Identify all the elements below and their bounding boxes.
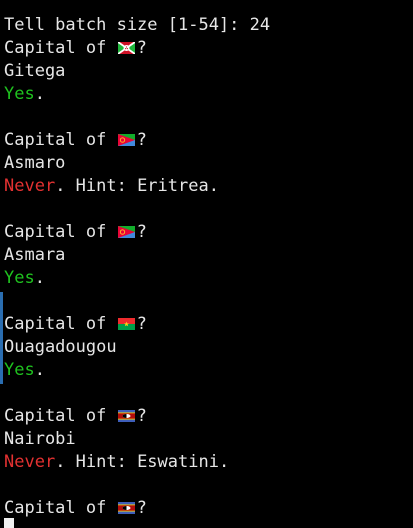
user-answer: Nairobi — [4, 429, 76, 449]
question-prefix: Capital of — [4, 38, 117, 58]
question-suffix: ? — [136, 130, 147, 150]
question-line: Capital of ? — [4, 37, 413, 60]
question-prefix: Capital of — [4, 314, 117, 334]
verdict-hint: . Hint: Eritrea. — [55, 176, 219, 196]
verdict-correct: Yes — [4, 268, 35, 288]
verdict-line: Never. Hint: Eritrea. — [4, 175, 413, 198]
user-answer: Asmara — [4, 245, 66, 265]
eswatini-flag-icon — [117, 410, 135, 422]
question-suffix: ? — [136, 222, 147, 242]
question-prefix: Capital of — [4, 130, 117, 150]
question-line: Capital of ? — [4, 221, 413, 244]
eritrea-flag-icon — [117, 134, 135, 146]
verdict-line: Yes. — [4, 267, 413, 290]
terminal-output: Tell batch size [1-54]: 24 Capital of ? … — [4, 14, 413, 520]
text-cursor[interactable] — [4, 518, 14, 528]
burkina-faso-flag-icon — [117, 318, 135, 330]
verdict-line: Never. Hint: Eswatini. — [4, 451, 413, 474]
verdict-line: Yes. — [4, 83, 413, 106]
verdict-line: Yes. — [4, 359, 413, 382]
verdict-tail: . — [34, 360, 45, 380]
verdict-hint: . Hint: Eswatini. — [55, 452, 230, 472]
question-line: Capital of ? — [4, 405, 413, 428]
verdict-tail: . — [34, 84, 45, 104]
question-prefix: Capital of — [4, 498, 117, 518]
verdict-correct: Yes — [4, 84, 35, 104]
question-suffix: ? — [136, 38, 147, 58]
batch-size-prompt: Tell batch size [1-54]: 24 — [4, 14, 413, 37]
user-answer: Ouagadougou — [4, 337, 117, 357]
user-answer: Asmaro — [4, 153, 66, 173]
eritrea-flag-icon — [117, 226, 135, 238]
question-suffix: ? — [136, 314, 147, 334]
verdict-wrong: Never — [4, 452, 56, 472]
verdict-wrong: Never — [4, 176, 56, 196]
question-line-current: Capital of ? — [4, 497, 413, 520]
question-suffix: ? — [136, 406, 147, 426]
question-suffix: ? — [136, 498, 147, 518]
verdict-correct: Yes — [4, 360, 35, 380]
eswatini-flag-icon — [117, 502, 135, 514]
verdict-tail: . — [34, 268, 45, 288]
question-prefix: Capital of — [4, 406, 117, 426]
prompt-text: Tell batch size [1-54]: — [4, 15, 250, 35]
scroll-marker — [0, 292, 3, 384]
user-answer: Gitega — [4, 61, 66, 81]
question-prefix: Capital of — [4, 222, 117, 242]
question-line: Capital of ? — [4, 313, 413, 336]
question-line: Capital of ? — [4, 129, 413, 152]
burundi-flag-icon — [117, 42, 135, 54]
prompt-answer: 24 — [249, 15, 271, 35]
